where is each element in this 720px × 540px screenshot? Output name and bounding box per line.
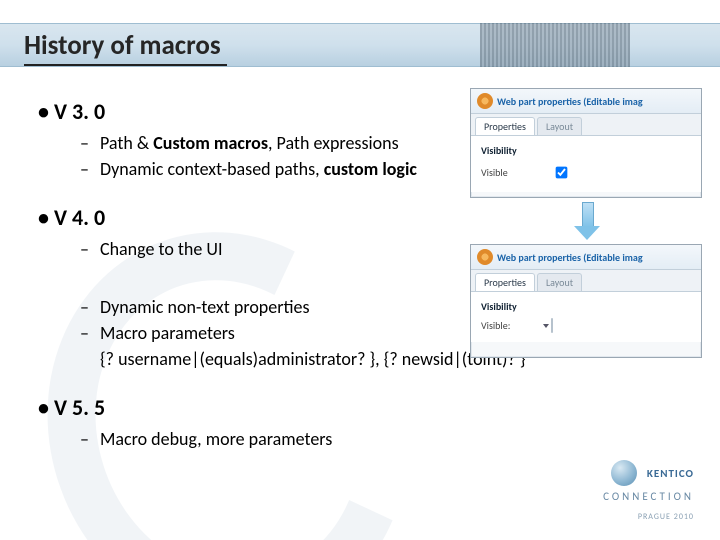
content-area: •V 3. 0 –Path & Custom macros, Path expr… (38, 92, 460, 453)
slide: History of macros •V 3. 0 –Path & Custom… (0, 0, 720, 540)
sub-bullet: –Path & Custom macros, Path expressions (80, 131, 460, 155)
tab-layout[interactable]: Layout (537, 273, 582, 291)
gear-icon (477, 93, 493, 109)
bullet-label: V 5. 5 (54, 394, 105, 421)
sub-bullet: –Dynamic non-text properties (80, 295, 460, 319)
tab-strip: Properties Layout (471, 114, 701, 136)
sub-bullet: –Dynamic context-based paths, custom log… (80, 157, 460, 181)
visible-checkbox[interactable] (556, 167, 568, 179)
panel-title: Web part properties (Editable imag (497, 95, 643, 108)
panel-header: Web part properties (Editable imag (471, 89, 701, 114)
section-label: Visibility (481, 144, 691, 157)
tab-layout[interactable]: Layout (537, 117, 582, 135)
footer-sub: PRAGUE 2010 (638, 512, 694, 522)
banner-photo (480, 23, 630, 67)
tab-properties[interactable]: Properties (475, 273, 535, 291)
row-key: Visible (481, 166, 551, 179)
webpart-panel-v30: Web part properties (Editable imag Prope… (470, 88, 702, 198)
bullet-v40: •V 4. 0 (38, 204, 460, 231)
panel-title: Web part properties (Editable imag (497, 251, 643, 264)
panel-header: Web part properties (Editable imag (471, 245, 701, 270)
slide-title: History of macros (24, 29, 227, 66)
down-arrow-icon (574, 202, 600, 242)
gear-icon (477, 249, 493, 265)
tab-strip: Properties Layout (471, 270, 701, 292)
bullet-v55: •V 5. 5 (38, 394, 460, 421)
globe-icon (611, 460, 637, 486)
footer-logo: KENTICO CONNECTION PRAGUE 2010 (603, 460, 694, 524)
visibility-row: Visible: (481, 319, 691, 332)
sub-bullet: –Change to the UI (80, 237, 460, 261)
bullet-label: V 3. 0 (54, 98, 105, 125)
footer-brand2: CONNECTION (603, 490, 694, 503)
sub-bullet: –Macro parameters (80, 321, 460, 345)
footer-brand1: KENTICO (647, 467, 694, 480)
section-label: Visibility (481, 300, 691, 313)
visible-dropdown[interactable] (551, 318, 553, 333)
sub-bullet: –Macro debug, more parameters (80, 427, 460, 451)
bullet-v30: •V 3. 0 (38, 98, 460, 125)
webpart-panel-v40: Web part properties (Editable imag Prope… (470, 244, 702, 358)
bullet-label: V 4. 0 (54, 204, 105, 231)
visibility-row: Visible (481, 163, 691, 182)
tab-properties[interactable]: Properties (475, 117, 535, 135)
row-key: Visible: (481, 319, 551, 332)
